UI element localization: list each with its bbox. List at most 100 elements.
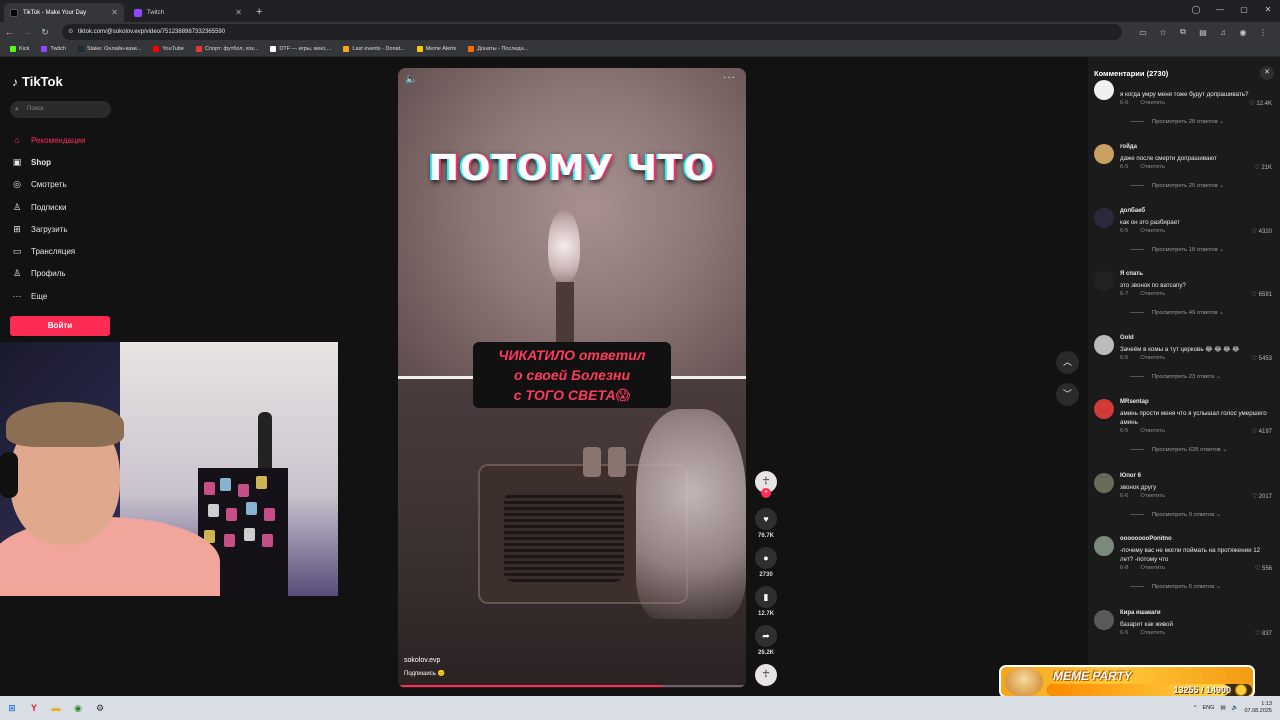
avatar[interactable] [1094, 271, 1114, 291]
previous-video-button[interactable]: ︿ [1056, 351, 1079, 374]
comment-author[interactable]: Кира ишакаги [1120, 610, 1161, 616]
tray-chevron-icon[interactable]: ^ [1194, 705, 1197, 711]
video-player[interactable]: ПОТОМУ ЧТО ЧИКАТИЛО ответил о своей Боле… [398, 68, 746, 688]
view-replies-button[interactable]: Просмотреть 25 ответов ⌄ [1130, 183, 1224, 189]
sidepanel-icon[interactable]: ▤ [1196, 28, 1210, 37]
sidebar-item-shop[interactable]: ▣ Shop [12, 151, 85, 173]
comment-likes[interactable]: ♡ 5453 [1252, 355, 1272, 362]
reload-icon[interactable]: ↻ [36, 27, 54, 38]
comment-likes[interactable]: ♡ 4320 [1252, 228, 1272, 235]
reply-button[interactable]: Ответить [1140, 164, 1165, 170]
new-tab-button[interactable]: + [256, 3, 262, 22]
chrome-icon[interactable]: ◉ [68, 703, 88, 714]
comment-author[interactable]: MRsentap [1120, 399, 1149, 405]
comment-likes[interactable]: ♡ 2017 [1252, 493, 1272, 500]
next-video-button[interactable]: ﹀ [1056, 383, 1079, 406]
comment-likes[interactable]: ♡ 6591 [1252, 291, 1272, 298]
windows-start-icon[interactable]: ⊞ [2, 703, 22, 714]
forward-icon[interactable]: → [18, 27, 36, 37]
subscribe-link[interactable]: Подпишись 🙂 [404, 670, 445, 677]
network-icon[interactable]: ▤ [1220, 705, 1225, 711]
comment-likes[interactable]: ♡ 837 [1255, 630, 1272, 637]
view-replies-button[interactable]: Просмотреть 23 ответа ⌄ [1130, 374, 1221, 380]
view-replies-button[interactable]: Просмотреть 28 ответов ⌄ [1130, 119, 1224, 125]
file-explorer-icon[interactable]: ▬ [46, 703, 66, 713]
sidebar-item-more[interactable]: ··· Еще [12, 285, 85, 307]
bookmark-item[interactable]: Twitch [37, 46, 70, 52]
bookmark-item[interactable]: YouTube [149, 46, 188, 52]
bookmark-item[interactable]: Last events - Donat... [339, 46, 408, 52]
reply-button[interactable]: Ответить [1140, 428, 1165, 434]
comment-likes[interactable]: ♡ 12.4K [1249, 100, 1272, 107]
star-icon[interactable]: ☆ [1156, 28, 1170, 37]
close-icon[interactable]: ✕ [235, 8, 242, 17]
url-input[interactable]: ⚙ tiktok.com/@sokolov.evp/video/75123889… [62, 24, 1122, 40]
bookmark-item[interactable]: Meme Alerts [413, 46, 461, 52]
avatar[interactable] [1094, 610, 1114, 630]
comment-author[interactable]: Юпог 6 [1120, 473, 1141, 479]
maximize-icon[interactable]: ▢ [1232, 0, 1256, 22]
video-progress-bar[interactable] [398, 685, 746, 687]
menu-icon[interactable]: ⋮ [1256, 28, 1270, 37]
comment-likes[interactable]: ♡ 556 [1255, 565, 1272, 572]
search-input[interactable]: ⌕ Поиск [10, 101, 111, 118]
language-indicator[interactable]: ENG [1202, 705, 1214, 711]
close-icon[interactable]: ✕ [1260, 66, 1274, 80]
follow-plus-icon[interactable]: + [761, 488, 771, 498]
sidebar-item-upload[interactable]: ⊞ Загрузить [12, 218, 85, 240]
avatar[interactable] [1094, 536, 1114, 556]
video-author[interactable]: sokolov.evp [404, 657, 440, 664]
reply-button[interactable]: Ответить [1140, 100, 1165, 106]
extensions-icon[interactable]: ⧉ [1176, 27, 1190, 37]
profile-icon[interactable]: ◯ [1184, 0, 1208, 22]
sidebar-item-home[interactable]: ⌂ Рекомендации [12, 129, 85, 151]
site-info-icon[interactable]: ⚙ [68, 24, 73, 40]
reply-button[interactable]: Ответить [1140, 565, 1165, 571]
comment-author[interactable]: ooooooooPonitno [1120, 536, 1172, 542]
view-replies-button[interactable]: Просмотреть 9 ответов ⌄ [1130, 512, 1221, 518]
view-replies-button[interactable]: Просмотреть 628 ответов ⌄ [1130, 447, 1227, 453]
login-button[interactable]: Войти [10, 316, 110, 336]
close-icon[interactable]: ✕ [111, 8, 118, 17]
heart-icon[interactable]: ♥ [755, 508, 777, 530]
reply-button[interactable]: Ответить [1140, 228, 1165, 234]
bookmark-icon[interactable]: ▮ [755, 586, 777, 608]
music-disc-icon[interactable]: ☥ [755, 664, 777, 686]
avatar[interactable] [1094, 208, 1114, 228]
comment-author[interactable]: гойда [1120, 144, 1137, 150]
comment-likes[interactable]: ♡ 4197 [1252, 428, 1272, 435]
view-replies-button[interactable]: Просмотреть 6 ответов ⌄ [1130, 584, 1221, 590]
clock[interactable]: 1:13 07.08.2025 [1244, 701, 1272, 715]
more-options-icon[interactable]: ··· [723, 72, 736, 83]
comment-author[interactable]: Gold [1120, 335, 1134, 341]
bookmark-item[interactable]: Донаты - Последн... [464, 46, 532, 52]
yandex-browser-icon[interactable]: Y [24, 703, 44, 713]
bookmark-item[interactable]: DTF — игры, кино,... [266, 46, 335, 52]
bookmark-item[interactable]: Kick [6, 46, 33, 52]
view-replies-button[interactable]: Просмотреть 49 ответов ⌄ [1130, 310, 1224, 316]
comment-likes[interactable]: ♡ 21K [1254, 164, 1272, 171]
sidebar-item-following[interactable]: ♙ Подписки [12, 196, 85, 218]
comment-icon[interactable]: ● [755, 547, 777, 569]
account-icon[interactable]: ◉ [1236, 28, 1250, 37]
reply-button[interactable]: Ответить [1140, 493, 1165, 499]
sidebar-item-profile[interactable]: ♙ Профиль [12, 263, 85, 285]
avatar[interactable] [1094, 399, 1114, 419]
sidebar-item-explore[interactable]: ◎ Смотреть [12, 174, 85, 196]
volume-tray-icon[interactable]: 🔈 [1232, 705, 1239, 711]
share-icon[interactable]: ➦ [755, 625, 777, 647]
tab-tiktok[interactable]: TikTok - Make Your Day ✕ [4, 3, 124, 22]
avatar[interactable] [1094, 144, 1114, 164]
comment-author[interactable]: Я спать [1120, 271, 1143, 277]
back-icon[interactable]: ← [0, 27, 18, 37]
bookmark-item[interactable]: Stake: Онлайн-кази... [74, 46, 145, 52]
close-window-icon[interactable]: ✕ [1256, 0, 1280, 22]
reply-button[interactable]: Ответить [1140, 355, 1165, 361]
minimize-icon[interactable]: — [1208, 0, 1232, 22]
tiktok-logo[interactable]: ♪ TikTok [12, 74, 63, 89]
steam-icon[interactable]: ⚙ [90, 703, 110, 714]
comment-author[interactable]: долбаеб [1120, 208, 1145, 214]
cast-icon[interactable]: ▭ [1136, 28, 1150, 37]
avatar[interactable] [1094, 473, 1114, 493]
tab-twitch[interactable]: Twitch ✕ [128, 3, 248, 22]
